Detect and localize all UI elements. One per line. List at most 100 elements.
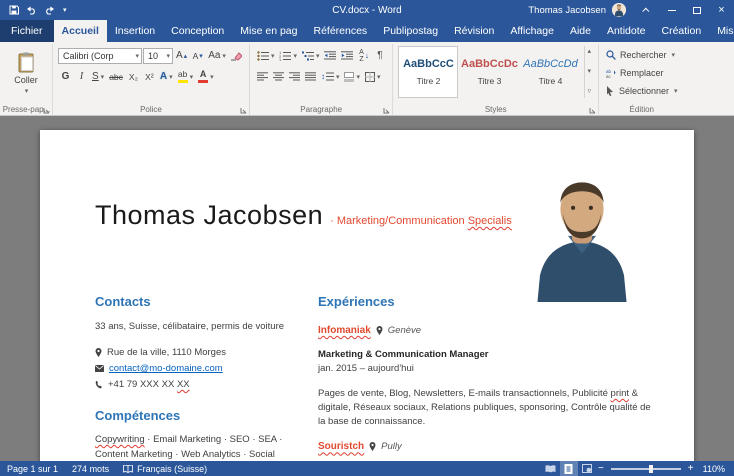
select-button[interactable]: Sélectionner ▾ (604, 82, 680, 100)
account-avatar[interactable] (612, 3, 626, 17)
tab-references[interactable]: Références (305, 20, 375, 42)
minimize-button[interactable] (659, 0, 684, 20)
tab-insertion[interactable]: Insertion (107, 20, 163, 42)
save-icon[interactable] (9, 5, 19, 15)
account-name[interactable]: Thomas Jacobsen (528, 5, 606, 16)
company-link-souristch[interactable]: Souristch (318, 441, 364, 452)
sort-button[interactable]: A Z ↓ (356, 47, 371, 64)
text-effects-button[interactable]: A ▾ (158, 68, 175, 85)
font-name-select[interactable]: Calibri (Corp ▾ (58, 47, 142, 64)
tab-publipostage[interactable]: Publipostag (375, 20, 446, 42)
find-button[interactable]: Rechercher ▾ (604, 46, 680, 64)
font-dialog-launcher[interactable] (240, 107, 247, 114)
increase-indent-button[interactable] (339, 47, 355, 64)
decrease-indent-button[interactable] (322, 47, 338, 64)
word-count[interactable]: 274 mots (65, 461, 116, 476)
location-pin-icon (369, 442, 376, 452)
bullet-list-icon (257, 50, 269, 61)
zoom-slider-thumb[interactable] (649, 464, 654, 473)
borders-button[interactable]: ▾ (363, 68, 383, 85)
change-case-button[interactable]: Aa ▾ (206, 47, 228, 64)
clipboard-dialog-launcher[interactable] (43, 107, 50, 114)
company-link-infomaniak[interactable]: Infomaniak (318, 325, 371, 336)
strikethrough-button[interactable]: abc (107, 68, 125, 85)
word-window: ▾ CV.docx - Word Thomas Jacobsen × Fichi… (0, 0, 734, 476)
svg-text:3: 3 (279, 57, 282, 61)
ribbon: Coller ▾ Presse-pap... Calibri (Corp ▾ 10 ▾… (0, 42, 734, 116)
paragraph-dialog-launcher[interactable] (383, 107, 390, 114)
read-mode-icon (545, 464, 556, 472)
ribbon-display-options-icon[interactable] (634, 0, 659, 20)
align-center-button[interactable] (271, 68, 286, 85)
clear-formatting-button[interactable] (229, 47, 244, 64)
grow-font-button[interactable]: A ▴ (174, 47, 189, 64)
web-layout-button[interactable] (578, 461, 596, 476)
job-dates: jan. 2015 – aujourd'hui (318, 363, 414, 374)
tab-antidote[interactable]: Antidote (599, 20, 654, 42)
italic-button[interactable]: I (74, 68, 89, 85)
paragraph-group: ▾ 1 2 3 ▾ ▾ A Z ↓ ¶ ↕ ▾ ▾ ▾ Paragraphe (250, 44, 394, 115)
paste-button[interactable]: Coller ▾ (6, 46, 46, 101)
align-left-button[interactable] (255, 68, 270, 85)
tab-aide[interactable]: Aide (562, 20, 599, 42)
font-size-select[interactable]: 10 ▾ (143, 47, 173, 64)
line-spacing-button[interactable]: ↕ ▾ (319, 68, 342, 85)
zoom-in-button[interactable]: + (686, 463, 696, 474)
highlight-color-button[interactable]: ab ▾ (176, 68, 196, 85)
tab-fichier[interactable]: Fichier (0, 20, 54, 42)
shading-button[interactable]: ▾ (342, 68, 362, 85)
underline-button[interactable]: S ▾ (90, 68, 106, 85)
align-right-button[interactable] (287, 68, 302, 85)
tab-accueil[interactable]: Accueil (53, 20, 107, 42)
shrink-font-button[interactable]: A ▾ (190, 47, 205, 64)
bullets-button[interactable]: ▾ (255, 47, 277, 64)
cv-title-line: Thomas Jacobsen · Marketing/Communicatio… (95, 200, 515, 231)
font-color-button[interactable]: A ▾ (196, 68, 216, 85)
subscript-button[interactable]: X₂ (126, 68, 141, 85)
tab-mise-en-page2[interactable]: Mise en page (709, 20, 734, 42)
tab-mise-en-page1[interactable]: Mise en pag (232, 20, 305, 42)
styles-scroll-down-icon[interactable]: ▾ (587, 67, 591, 77)
cursor-arrow-icon (607, 86, 613, 96)
multilevel-list-button[interactable]: ▾ (300, 47, 322, 64)
qat-customize-icon[interactable]: ▾ (63, 6, 67, 14)
language-indicator[interactable]: Français (Suisse) (116, 461, 214, 476)
show-formatting-marks-button[interactable]: ¶ (372, 47, 387, 64)
align-left-icon (256, 72, 268, 81)
redo-icon[interactable] (44, 5, 55, 15)
replace-button[interactable]: ab ac Remplacer (604, 64, 680, 82)
envelope-icon (95, 365, 104, 372)
tab-creation[interactable]: Création (653, 20, 709, 42)
numbering-button[interactable]: 1 2 3 ▾ (277, 47, 299, 64)
borders-icon (364, 71, 375, 82)
read-mode-button[interactable] (542, 461, 560, 476)
undo-icon[interactable] (26, 5, 37, 15)
numbered-list-icon: 123 (279, 51, 292, 61)
style-titre-4[interactable]: AaBbCcDd Titre 4 (520, 46, 580, 98)
justify-button[interactable] (303, 68, 318, 85)
styles-gallery-more-icon[interactable]: ▿ (587, 87, 591, 97)
svg-text:ac: ac (606, 74, 612, 78)
tab-revision[interactable]: Révision (446, 20, 502, 42)
justify-icon (304, 72, 316, 81)
titlebar: ▾ CV.docx - Word Thomas Jacobsen × (0, 0, 734, 20)
tab-conception[interactable]: Conception (163, 20, 232, 42)
maximize-button[interactable] (684, 0, 709, 20)
tab-affichage[interactable]: Affichage (502, 20, 562, 42)
document-page[interactable]: Thomas Jacobsen · Marketing/Communicatio… (40, 130, 694, 461)
styles-dialog-launcher[interactable] (589, 107, 596, 114)
zoom-level[interactable]: 110% (696, 461, 734, 476)
document-canvas[interactable]: Thomas Jacobsen · Marketing/Communicatio… (0, 116, 734, 461)
close-button[interactable]: × (709, 0, 734, 20)
page-indicator[interactable]: Page 1 sur 1 (0, 461, 65, 476)
styles-scroll-up-icon[interactable]: ▴ (587, 47, 591, 57)
eraser-icon (230, 51, 242, 61)
superscript-button[interactable]: X² (142, 68, 157, 85)
style-titre-2[interactable]: AaBbCcC Titre 2 (398, 46, 459, 98)
zoom-out-button[interactable]: − (596, 463, 606, 474)
print-layout-button[interactable] (559, 461, 578, 476)
zoom-slider[interactable] (610, 464, 681, 473)
bold-button[interactable]: G (58, 68, 73, 85)
email-link[interactable]: contact@mo-domaine.com (109, 363, 223, 374)
style-titre-3[interactable]: AaBbCcDc Titre 3 (459, 46, 519, 98)
